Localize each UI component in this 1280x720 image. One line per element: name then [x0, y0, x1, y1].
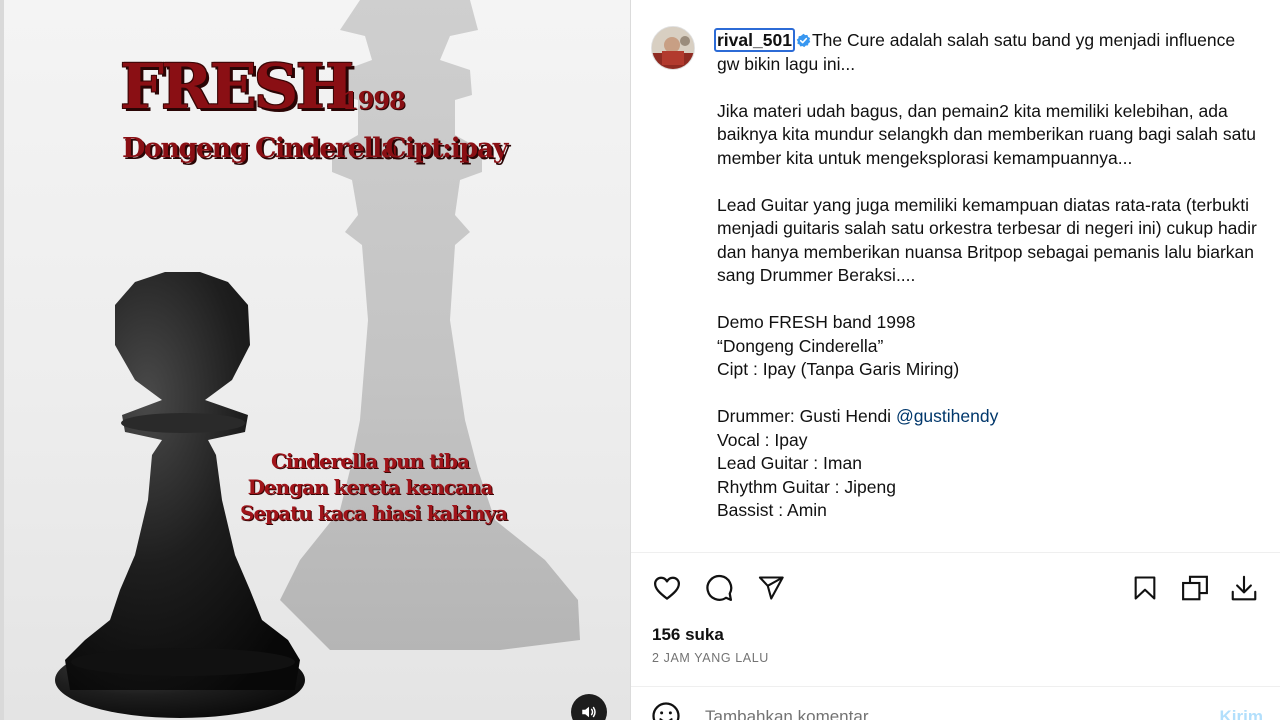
emoji-icon: [652, 702, 680, 720]
artwork-song-title: Dongeng Cinderella: [122, 133, 398, 164]
caption-line: Rhythm Guitar : Jipeng: [717, 476, 896, 497]
lyric-line: Cinderella pun tiba: [271, 449, 470, 473]
caption-paragraph: Lead Guitar yang juga memiliki kemampuan…: [717, 194, 1257, 286]
comment-bar: Kirim: [631, 686, 1280, 720]
post-timestamp[interactable]: 2 JAM YANG LALU: [652, 651, 769, 665]
share-button[interactable]: [754, 571, 788, 605]
artwork-title: FRESH: [120, 50, 354, 123]
caption-paragraph: rival_501 The Cure adalah salah satu band…: [714, 28, 1257, 76]
emoji-button[interactable]: [651, 701, 685, 720]
caption-line: Demo FRESH band 1998: [717, 312, 916, 332]
share-icon: [758, 576, 784, 600]
like-button[interactable]: [650, 571, 684, 605]
speaker-icon: [582, 706, 596, 718]
verified-badge-icon: [796, 33, 811, 48]
post-media[interactable]: FRESH 1998 Dongeng Cinderella Cipt:ipay …: [0, 0, 630, 720]
download-icon: [1231, 575, 1257, 601]
caption-scroll-area[interactable]: rival_501 The Cure adalah salah satu band…: [631, 0, 1280, 553]
caption-paragraph: Jika materi udah bagus, dan pemain2 kita…: [717, 100, 1256, 168]
caption-line: Drummer: Gusti Hendi: [717, 406, 896, 426]
avatar-image: [652, 27, 694, 69]
caption-line: Cipt : Ipay (Tanpa Garis Miring): [717, 359, 960, 379]
artwork-year: 1998: [342, 86, 406, 115]
post-comment-button[interactable]: Kirim: [1220, 707, 1263, 720]
avatar[interactable]: [651, 26, 695, 70]
username-link[interactable]: rival_501: [714, 28, 795, 52]
comment-input[interactable]: [705, 707, 1165, 720]
lyric-line: Sepatu kaca hiasi kakinya: [240, 501, 508, 525]
save-button[interactable]: [1128, 571, 1162, 605]
artwork-lyrics: Cinderella pun tiba Dengan kereta kencan…: [240, 448, 508, 526]
lyric-line: Dengan kereta kencana: [247, 475, 494, 499]
caption-line: Bassist : Amin: [717, 500, 827, 520]
collection-icon: [1182, 575, 1208, 601]
collection-button[interactable]: [1178, 571, 1212, 605]
post-actions: [631, 565, 1280, 611]
comment-icon: [706, 574, 733, 601]
caption-credits: Demo FRESH band 1998 “Dongeng Cinderella”…: [717, 311, 1257, 382]
like-count[interactable]: 156 suka: [652, 625, 724, 645]
bookmark-icon: [1134, 576, 1156, 600]
caption-line: Vocal : Ipay: [717, 429, 808, 450]
caption-line: Lead Guitar : Iman: [717, 453, 862, 473]
post-caption: rival_501 The Cure adalah salah satu band…: [714, 28, 1257, 546]
mention-link[interactable]: @gustihendy: [896, 406, 998, 426]
artwork-credit: Cipt:ipay: [385, 133, 508, 164]
download-button[interactable]: [1227, 571, 1261, 605]
heart-icon: [654, 576, 680, 600]
caption-line: “Dongeng Cinderella”: [717, 335, 884, 356]
caption-lineup: Drummer: Gusti Hendi @gustihendy Vocal : …: [717, 405, 1257, 523]
comment-button[interactable]: [702, 571, 736, 605]
post-panel: rival_501 The Cure adalah salah satu band…: [630, 0, 1280, 720]
